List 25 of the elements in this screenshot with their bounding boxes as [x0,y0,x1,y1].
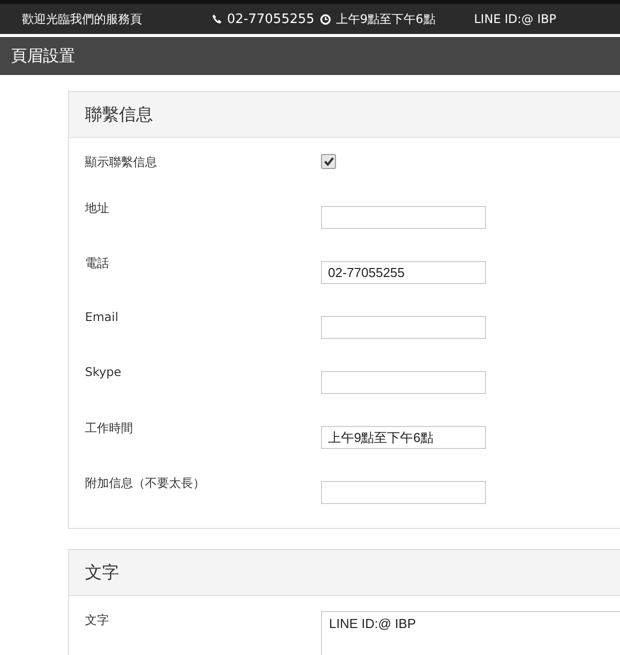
field-label: 附加信息（不要太長） [85,475,206,492]
page-title: 頁眉設置 [11,46,75,66]
text-area[interactable]: LINE ID:@ IBP [321,611,620,655]
line-id-text: LINE ID:@ IBP [474,12,556,26]
text-field[interactable] [321,206,486,229]
text-field[interactable] [321,481,486,504]
text-field[interactable] [321,316,486,339]
phone-text: 02-77055255 [212,12,320,26]
text-field[interactable]: 上午9點至下午6點 [321,426,486,449]
field-label: 電話 [85,255,110,272]
field-label: 顯示聯繫信息 [85,154,158,171]
field-label: 工作時間 [85,420,134,437]
checkbox[interactable] [321,154,336,169]
text-field[interactable]: 02-77055255 [321,261,486,284]
field-label: Skype [85,364,122,379]
welcome-text: 歡迎光臨我們的服務頁 [22,10,143,28]
field-label: 地址 [85,200,110,217]
field-label: 文字 [85,612,110,629]
clock-icon [320,14,331,24]
phone-icon [212,14,222,24]
panel-title: 聯繫信息 [85,104,153,126]
panel-title: 文字 [85,562,119,584]
field-label: Email [85,309,120,324]
hours-text: 上午9點至下午6點 [320,10,474,28]
text-field[interactable] [321,371,486,394]
